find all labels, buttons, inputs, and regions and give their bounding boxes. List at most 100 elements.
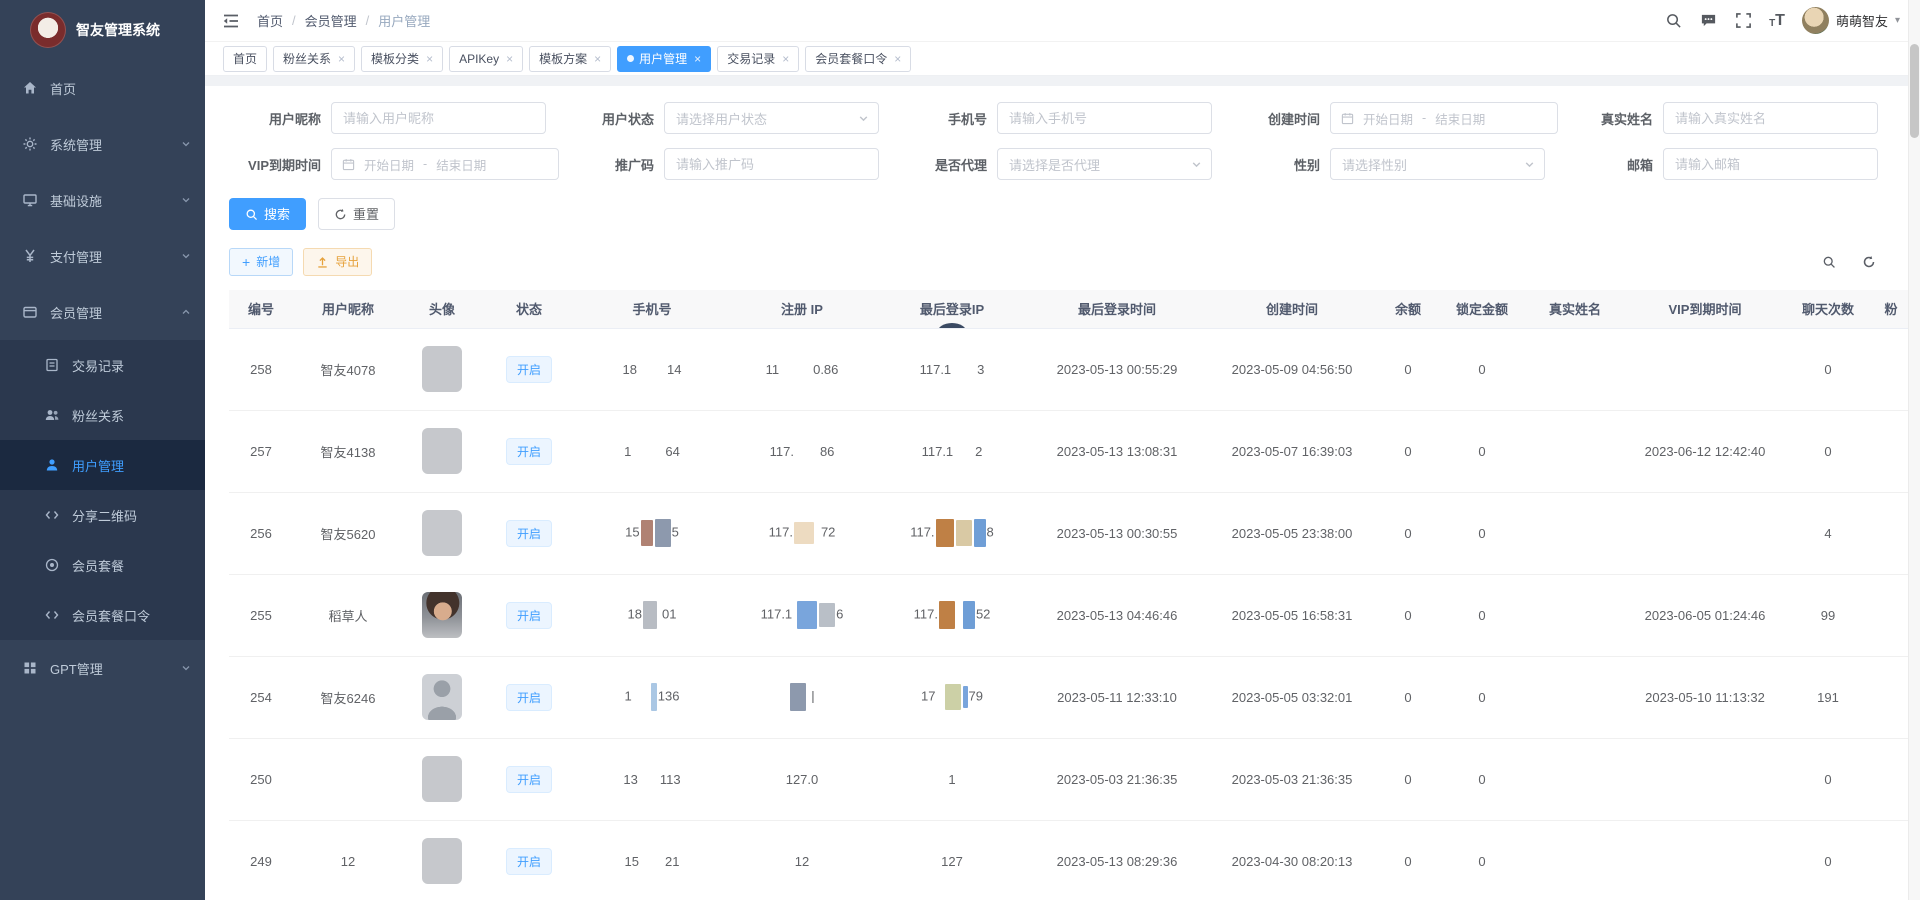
tab-label: 首页 [233,50,257,67]
chevron-down-icon [181,663,191,673]
add-button[interactable]: + 新增 [229,248,293,276]
sidebar-subitem-fans[interactable]: 粉丝关系 [0,390,205,440]
breadcrumb-item[interactable]: 首页 [257,11,283,30]
tab-close-icon[interactable]: × [694,52,701,66]
filter-create-time: 创建时间开始日期-结束日期 [1228,102,1561,134]
is-agent-select[interactable]: 请选择是否代理 [997,148,1212,180]
page-scrollbar [1908,0,1920,900]
sidebar-item-gpt[interactable]: GPT管理 [0,640,205,696]
cell-balance: 0 [1377,574,1439,656]
chevron-down-icon [181,251,191,261]
censor-block [945,684,961,710]
cell-real-name [1525,656,1625,738]
sidebar-item-infrastructure[interactable]: 基础设施 [0,172,205,228]
cell-phone: 13113 [577,738,727,820]
censor-block [936,519,954,547]
daterange-end-placeholder: 结束日期 [436,155,486,174]
fullscreen-icon[interactable] [1734,12,1752,30]
cell-vip-expire: 2023-05-10 11:13:32 [1625,656,1785,738]
refresh-icon[interactable] [1856,249,1882,275]
table-row[interactable]: 254智友6246开启1136|17792023-05-11 12:33:102… [229,656,1911,738]
censor-block [641,520,653,546]
table-row[interactable]: 257智友4138开启164117.86117.122023-05-13 13:… [229,410,1911,492]
censor-block [794,522,814,544]
cell-real-name [1525,328,1625,410]
tab-transactions[interactable]: 交易记录× [717,46,799,72]
tab-close-icon[interactable]: × [594,52,601,66]
cell-text: 117.1 [920,362,952,377]
tab-users[interactable]: 用户管理× [617,46,711,72]
cell-last-login-time: 2023-05-13 08:29:36 [1027,820,1207,900]
tab-close-icon[interactable]: × [426,52,433,66]
tab-apikey[interactable]: APIKey× [449,46,523,72]
tab-close-icon[interactable]: × [894,52,901,66]
sidebar-subitem-users[interactable]: 用户管理 [0,440,205,490]
table-row[interactable]: 256智友5620开启155117.72117.82023-05-13 00:3… [229,492,1911,574]
cell-last-login-ip: 117.8 [877,492,1027,574]
table-row[interactable]: 24912开启1521121272023-05-13 08:29:362023-… [229,820,1911,900]
nickname-input[interactable] [331,102,546,134]
sidebar-collapse-icon[interactable] [221,11,241,31]
cell-fans [1871,574,1911,656]
cell-text: 6 [836,606,843,621]
sidebar-item-payment[interactable]: 支付管理 [0,228,205,284]
cell-text: 01 [662,606,676,621]
cell-text: 0.86 [813,362,838,377]
sidebar-subitem-transactions[interactable]: 交易记录 [0,340,205,390]
cell-nickname: 智友4078 [293,328,403,410]
user-table-wrap: 编号用户昵称头像状态手机号注册 IP最后登录IP最后登录时间创建时间余额锁定金额… [229,290,1920,900]
cell-text: 21 [665,854,679,869]
column-header: 状态 [481,290,577,328]
tab-template-category[interactable]: 模板分类× [361,46,443,72]
message-icon[interactable] [1699,12,1717,30]
menu-label: 基础设施 [50,191,181,210]
tab-package-codes[interactable]: 会员套餐口令× [805,46,911,72]
avatar [422,510,462,556]
sidebar-item-home[interactable]: 首页 [0,60,205,116]
sidebar-subitem-member-packages[interactable]: 会员套餐 [0,540,205,590]
cell-vip-expire [1625,328,1785,410]
gender-select[interactable]: 请选择性别 [1330,148,1545,180]
reset-button[interactable]: 重置 [318,198,395,230]
breadcrumb-separator: / [366,13,370,28]
user-menu[interactable]: 萌萌智友 ▾ [1802,7,1900,34]
phone-input[interactable] [997,102,1212,134]
tab-close-icon[interactable]: × [338,52,345,66]
sidebar-item-member[interactable]: 会员管理 [0,284,205,340]
table-row[interactable]: 250开启13113127.012023-05-03 21:36:352023-… [229,738,1911,820]
cell-vip-expire: 2023-06-12 12:42:40 [1625,410,1785,492]
tab-close-icon[interactable]: × [782,52,789,66]
scrollbar-thumb[interactable] [1910,44,1919,138]
tab-fans[interactable]: 粉丝关系× [273,46,355,72]
cell-register-ip: 110.86 [727,328,877,410]
toggle-search-icon[interactable] [1816,249,1842,275]
vip-expire-daterange[interactable]: 开始日期-结束日期 [331,148,559,180]
promo-code-input[interactable] [664,148,879,180]
search-button[interactable]: 搜索 [229,198,306,230]
cell-chat-count: 191 [1785,656,1871,738]
table-row[interactable]: 258智友4078开启1814110.86117.132023-05-13 00… [229,328,1911,410]
user-status-select[interactable]: 请选择用户状态 [664,102,879,134]
real-name-input[interactable] [1663,102,1878,134]
search-icon[interactable] [1664,12,1682,30]
column-header: 头像 [403,290,481,328]
sidebar-subitem-package-codes[interactable]: 会员套餐口令 [0,590,205,640]
cell-balance: 0 [1377,656,1439,738]
tab-close-icon[interactable]: × [506,52,513,66]
font-size-icon[interactable]: TT [1769,13,1785,29]
cell-phone: 1814 [577,328,727,410]
table-row[interactable]: 255稻草人开启1801117.16117.522023-05-13 04:46… [229,574,1911,656]
sidebar-item-system[interactable]: 系统管理 [0,116,205,172]
status-badge: 开启 [506,766,552,793]
search-button-label: 搜索 [264,208,290,221]
create-time-daterange[interactable]: 开始日期-结束日期 [1330,102,1558,134]
email-input[interactable] [1663,148,1878,180]
tab-home[interactable]: 首页 [223,46,267,72]
censor-block [643,601,657,629]
tab-template-plan[interactable]: 模板方案× [529,46,611,72]
breadcrumb-item[interactable]: 会员管理 [305,11,357,30]
sidebar-subitem-share-qrcode[interactable]: 分享二维码 [0,490,205,540]
cell-created-time: 2023-05-03 21:36:35 [1207,738,1377,820]
export-button[interactable]: 导出 [303,248,372,276]
menu-label: 支付管理 [50,247,181,266]
